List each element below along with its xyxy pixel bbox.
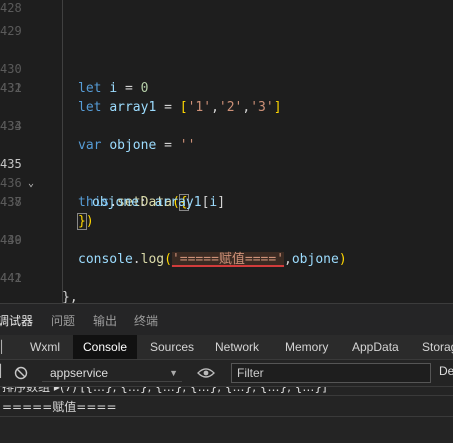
editor-line-434: 434 [0,117,453,136]
console-toolbar: │ appservice ▼ Filter De [0,360,453,387]
console-message: 排序数组 ▸(7) [{…}, {…}, {…}, {…}, {…}, {…},… [0,387,453,396]
editor-line-439[interactable]: 439 console.log('=====赋值====',objone) [0,212,453,267]
line-number: 434 [0,119,22,133]
editor-line-438: 438 [0,193,453,212]
clear-console-icon[interactable] [14,366,28,380]
editor-line-431[interactable]: 431 let array1 = ['1','2','3'] [0,60,453,115]
context-select[interactable]: appservice ▼ [42,364,182,382]
tab-problems[interactable]: 问题 [51,312,75,329]
console-output[interactable]: 排序数组 ▸(7) [{…}, {…}, {…}, {…}, {…}, {…},… [0,387,453,443]
line-number: 440 [0,233,22,247]
editor-line-442: 442 [0,269,453,288]
editor-line-432: 432 [0,79,453,98]
code-editor[interactable]: 428 429 430 let i = 0 431 let array1 = [… [0,0,453,303]
console-message: =====赋值==== [0,397,453,417]
editor-line-433[interactable]: 433 var objone = '' [0,98,453,153]
eye-icon[interactable] [197,367,215,379]
tab-sources[interactable]: Sources [140,335,204,359]
tab-storage[interactable]: Storage [412,335,453,359]
panel-tab-bar: 调试器 问题 输出 终端 [0,303,453,335]
tab-wxml[interactable]: Wxml [20,335,70,359]
log-levels-select[interactable]: De [439,364,453,378]
line-number: 442 [0,271,22,285]
tab-memory[interactable]: Memory [275,335,338,359]
tab-appdata[interactable]: AppData [342,335,409,359]
editor-line-430[interactable]: 430 let i = 0 [0,41,453,96]
editor-line-441[interactable]: 441 }, [0,250,453,303]
tab-terminal[interactable]: 终端 [134,312,158,329]
devtools-tab-bar: │ Wxml Console Sources Network Memory Ap… [0,335,453,360]
line-number: 432 [0,81,22,95]
tab-debugger[interactable]: 调试器 [0,312,33,329]
tab-output[interactable]: 输出 [93,312,117,329]
editor-line-437[interactable]: 437 }) [0,174,453,230]
editor-line-443[interactable]: 443 ⌄ /** [0,288,453,303]
editor-line-428: 428 [0,0,453,18]
line-number: 438 [0,195,22,209]
editor-line-429: 429 [0,22,453,41]
line-number: 428 [0,1,22,15]
sidebar-toggle-icon[interactable]: │ [0,364,4,378]
line-number: 429 [0,24,22,38]
inspect-icon[interactable]: │ [0,335,5,359]
filter-input[interactable]: Filter [231,363,431,383]
tab-network[interactable]: Network [205,335,269,359]
chevron-down-icon: ▼ [169,368,178,378]
editor-line-440: 440 [0,231,453,250]
tab-console[interactable]: Console [73,335,138,359]
editor-line-436[interactable]: 436 objone: array1[i] [0,155,453,210]
editor-line-435[interactable]: 435 ⌄ this.setData({ [0,136,453,211]
